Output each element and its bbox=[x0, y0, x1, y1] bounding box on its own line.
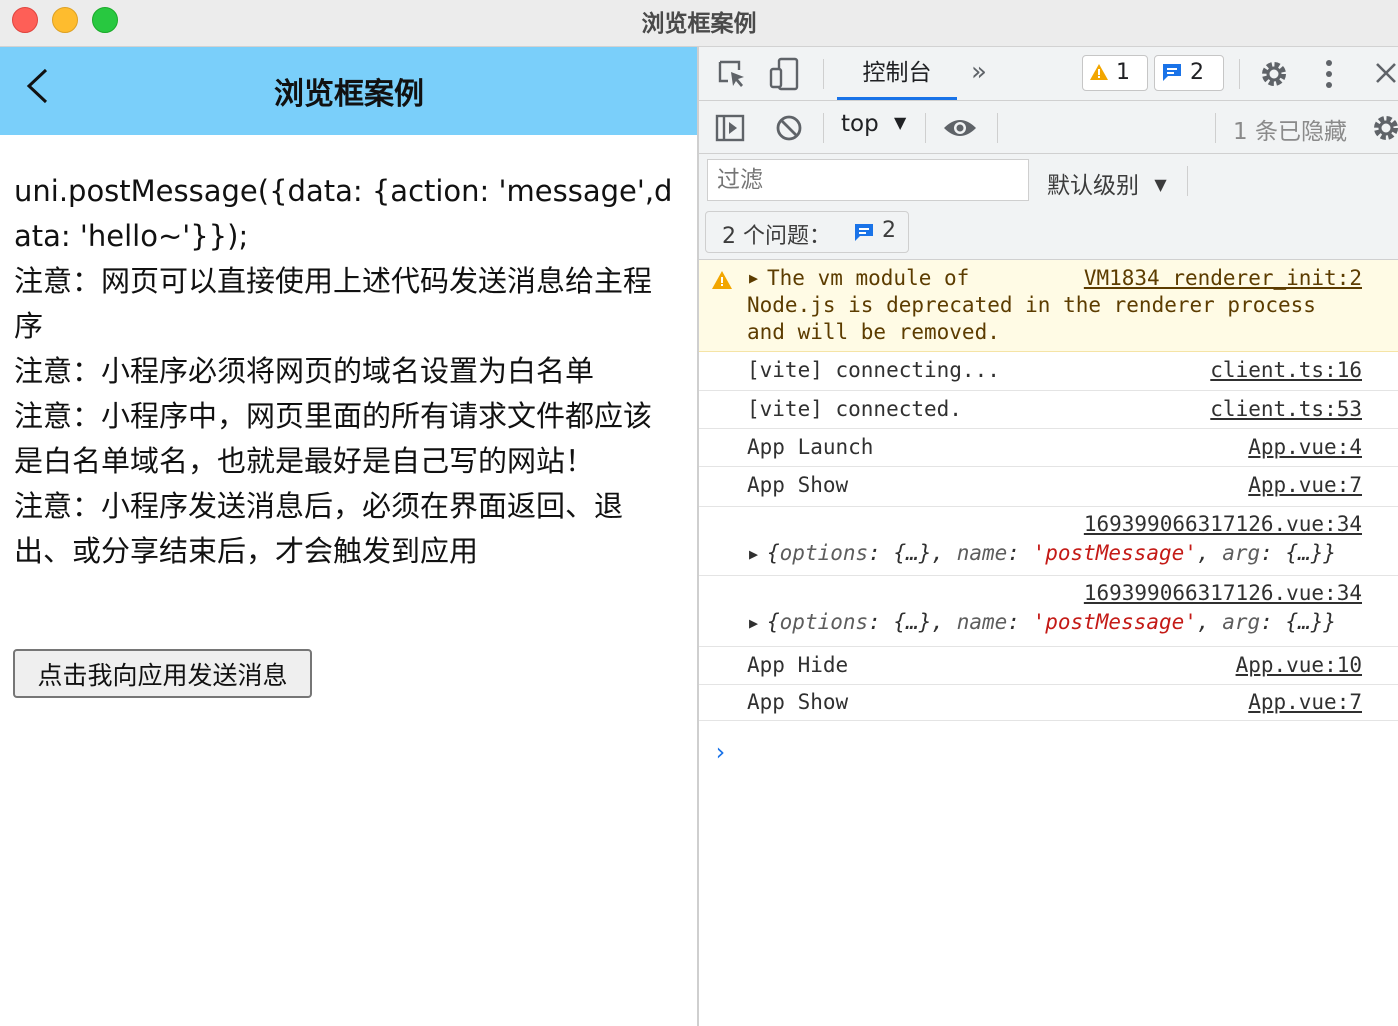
note-text: 注意：小程序中，网页里面的所有请求文件都应该是白名单域名，也就是最好是自己写的网… bbox=[14, 399, 653, 478]
log-object-preview: {options: {…}, name: 'postMessage', arg:… bbox=[767, 610, 1337, 634]
window-titlebar: 浏览框案例 bbox=[0, 0, 1398, 47]
log-level-value: 默认级别 bbox=[1047, 173, 1139, 199]
toolbar-separator bbox=[997, 113, 998, 143]
log-message: App Show bbox=[747, 473, 849, 497]
clear-console-icon[interactable] bbox=[775, 114, 803, 142]
settings-gear-icon[interactable] bbox=[1259, 59, 1289, 89]
window-title: 浏览框案例 bbox=[641, 11, 757, 37]
log-object-preview: {options: {…}, name: 'postMessage', arg:… bbox=[767, 541, 1337, 565]
code-sample-text: uni.postMessage({data: {action: 'message… bbox=[14, 174, 673, 253]
log-source-link[interactable]: 169399066317126.vue:34 bbox=[1084, 512, 1362, 536]
console-log-list: ▶ The vm module of VM1834 renderer_init:… bbox=[699, 260, 1398, 766]
log-source-link[interactable]: App.vue:7 bbox=[1248, 690, 1362, 714]
log-message: App Launch bbox=[747, 435, 874, 459]
sidebar-toggle-icon[interactable] bbox=[715, 114, 745, 142]
context-value: top bbox=[841, 111, 879, 137]
console-settings-gear-icon[interactable] bbox=[1371, 113, 1398, 143]
expand-triangle-icon[interactable]: ▶ bbox=[749, 545, 758, 563]
log-message: The vm module of bbox=[767, 266, 970, 290]
toolbar-separator bbox=[1215, 113, 1216, 143]
console-log-row[interactable]: App Launch App.vue:4 bbox=[699, 429, 1398, 467]
log-message: [vite] connected. bbox=[747, 397, 962, 421]
log-message: and will be removed. bbox=[747, 320, 1000, 344]
log-source-link[interactable]: client.ts:53 bbox=[1210, 397, 1362, 421]
console-log-row[interactable]: App Show App.vue:7 bbox=[699, 467, 1398, 507]
toolbar-separator bbox=[823, 113, 824, 143]
expand-triangle-icon[interactable]: ▶ bbox=[749, 614, 758, 632]
device-toolbar-icon[interactable] bbox=[769, 57, 801, 91]
log-source-link[interactable]: 169399066317126.vue:34 bbox=[1084, 581, 1362, 605]
context-select[interactable]: top ▼ bbox=[841, 111, 906, 137]
log-level-select[interactable]: 默认级别 ▼ bbox=[1047, 166, 1167, 200]
console-log-row[interactable]: [vite] connecting... client.ts:16 bbox=[699, 352, 1398, 391]
log-message: Node.js is deprecated in the renderer pr… bbox=[747, 293, 1316, 317]
expand-triangle-icon[interactable]: ▶ bbox=[749, 269, 758, 287]
console-object-row[interactable]: 169399066317126.vue:34 ▶ {options: {…}, … bbox=[699, 576, 1398, 647]
toolbar-separator bbox=[1239, 59, 1240, 89]
filter-bar: 默认级别 ▼ bbox=[699, 154, 1398, 206]
issues-count: 2 bbox=[882, 218, 896, 243]
live-expression-eye-icon[interactable] bbox=[943, 117, 977, 139]
nav-bar: 浏览框案例 bbox=[0, 47, 698, 135]
more-tabs-icon[interactable]: » bbox=[971, 57, 987, 87]
devtools-tab-bar: 控制台 » 1 2 bbox=[699, 47, 1398, 101]
log-source-link[interactable]: client.ts:16 bbox=[1210, 358, 1362, 382]
more-options-icon[interactable] bbox=[1324, 59, 1334, 89]
dropdown-arrow-icon: ▼ bbox=[894, 113, 907, 132]
nav-title: 浏览框案例 bbox=[274, 77, 424, 112]
tab-console[interactable]: 控制台 bbox=[837, 47, 957, 101]
message-icon bbox=[855, 224, 873, 241]
active-tab-indicator bbox=[837, 97, 957, 100]
console-warning-row[interactable]: ▶ The vm module of VM1834 renderer_init:… bbox=[699, 260, 1398, 352]
hidden-messages-count: 1 条已隐藏 bbox=[1233, 119, 1347, 145]
warning-icon bbox=[712, 271, 732, 289]
console-log-row[interactable]: App Show App.vue:7 bbox=[699, 685, 1398, 721]
warnings-badge[interactable]: 1 bbox=[1082, 55, 1148, 91]
log-source-link[interactable]: VM1834 renderer_init:2 bbox=[1084, 266, 1362, 290]
devtools-panel: 控制台 » 1 2 top ▼ 1 条已隐藏 过滤 默认级别 ▼ 2 个问题： … bbox=[699, 47, 1398, 1026]
issues-bar: 2 个问题： 2 bbox=[699, 206, 1398, 260]
filter-input[interactable] bbox=[707, 159, 1029, 201]
note-text: 注意：小程序发送消息后，必须在界面返回、退出、或分享结束后，才会触发到应用 bbox=[14, 489, 624, 568]
note-text: 注意：网页可以直接使用上述代码发送消息给主程序 bbox=[14, 264, 653, 343]
app-webview: 浏览框案例 uni.postMessage({data: {action: 'm… bbox=[0, 47, 698, 1026]
console-object-row[interactable]: 169399066317126.vue:34 ▶ {options: {…}, … bbox=[699, 507, 1398, 576]
issues-button[interactable]: 2 个问题： 2 bbox=[705, 211, 909, 253]
message-icon bbox=[1163, 64, 1181, 81]
log-source-link[interactable]: App.vue:7 bbox=[1248, 473, 1362, 497]
dropdown-arrow-icon: ▼ bbox=[1154, 175, 1167, 194]
messages-count: 2 bbox=[1190, 60, 1204, 85]
console-prompt-chevron-icon[interactable]: › bbox=[713, 738, 727, 766]
log-message: App Show bbox=[747, 690, 849, 714]
inspect-element-icon[interactable] bbox=[717, 59, 747, 89]
console-toolbar: top ▼ 1 条已隐藏 bbox=[699, 101, 1398, 154]
log-source-link[interactable]: App.vue:10 bbox=[1236, 653, 1362, 677]
page-content: uni.postMessage({data: {action: 'message… bbox=[14, 169, 674, 574]
log-source-link[interactable]: App.vue:4 bbox=[1248, 435, 1362, 459]
messages-badge[interactable]: 2 bbox=[1154, 55, 1224, 91]
close-devtools-icon[interactable] bbox=[1375, 62, 1397, 84]
send-message-button[interactable]: 点击我向应用发送消息 bbox=[13, 649, 312, 698]
issues-label: 2 个问题： bbox=[722, 224, 831, 249]
console-log-row[interactable]: App Hide App.vue:10 bbox=[699, 647, 1398, 685]
log-message: [vite] connecting... bbox=[747, 358, 1000, 382]
toolbar-separator bbox=[925, 113, 926, 143]
warnings-count: 1 bbox=[1116, 60, 1130, 85]
note-text: 注意：小程序必须将网页的域名设置为白名单 bbox=[14, 354, 595, 388]
toolbar-separator bbox=[1187, 166, 1188, 196]
toolbar-separator bbox=[823, 59, 824, 89]
log-message: App Hide bbox=[747, 653, 849, 677]
warning-icon bbox=[1090, 64, 1108, 80]
console-log-row[interactable]: [vite] connected. client.ts:53 bbox=[699, 391, 1398, 429]
